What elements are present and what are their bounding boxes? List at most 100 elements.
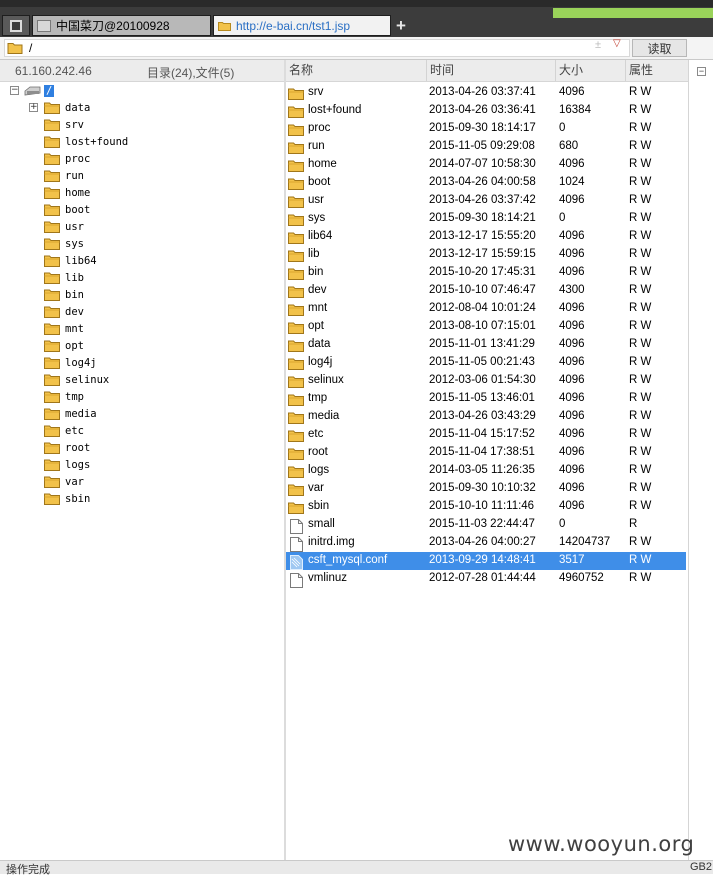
tree-item-log4j[interactable]: log4j (44, 354, 97, 371)
file-name: tmp (308, 392, 328, 404)
tree-item-lib64[interactable]: lib64 (44, 252, 97, 269)
file-name: media (308, 410, 340, 422)
file-row[interactable]: run 2015-11-05 09:29:08 680 R W (286, 138, 686, 156)
file-row[interactable]: usr 2013-04-26 03:37:42 4096 R W (286, 192, 686, 210)
file-row[interactable]: boot 2013-04-26 04:00:58 1024 R W (286, 174, 686, 192)
tree-root-label: / (44, 84, 55, 97)
file-attr: R W (629, 410, 652, 422)
folder-icon (288, 447, 304, 463)
file-attr: R W (629, 248, 652, 260)
chevron-down-icon[interactable]: ▽ (613, 38, 621, 49)
file-attr: R W (629, 500, 652, 512)
tree-item-media[interactable]: media (44, 405, 97, 422)
path-history-icon[interactable]: ± (595, 39, 601, 51)
right-panel-collapse[interactable]: − (697, 67, 706, 76)
file-time: 2013-08-10 07:15:01 (429, 320, 536, 332)
file-row[interactable]: dev 2015-10-10 07:46:47 4300 R W (286, 282, 686, 300)
tree-root[interactable]: / (24, 82, 55, 99)
file-row[interactable]: lost+found 2013-04-26 03:36:41 16384 R W (286, 102, 686, 120)
tree-item-bin[interactable]: bin (44, 286, 84, 303)
path-input[interactable]: / (4, 39, 630, 57)
file-row[interactable]: var 2015-09-30 10:10:32 4096 R W (286, 480, 686, 498)
file-row[interactable]: logs 2014-03-05 11:26:35 4096 R W (286, 462, 686, 480)
file-time: 2015-09-30 18:14:21 (429, 212, 536, 224)
file-row[interactable]: selinux 2012-03-06 01:54:30 4096 R W (286, 372, 686, 390)
tree-item-var[interactable]: var (44, 473, 84, 490)
file-size: 4096 (559, 266, 585, 278)
file-time: 2012-03-06 01:54:30 (429, 374, 536, 386)
tree-item-lib[interactable]: lib (44, 269, 84, 286)
file-row[interactable]: root 2015-11-04 17:38:51 4096 R W (286, 444, 686, 462)
file-row[interactable]: vmlinuz 2012-07-28 01:44:44 4960752 R W (286, 570, 686, 588)
path-value: / (29, 41, 33, 55)
tree-item-lost-found[interactable]: lost+found (44, 133, 128, 150)
tree-item-label: data (65, 101, 91, 114)
tree-item-tmp[interactable]: tmp (44, 388, 84, 405)
tree-item-home[interactable]: home (44, 184, 90, 201)
file-row[interactable]: media 2013-04-26 03:43:29 4096 R W (286, 408, 686, 426)
file-attr: R W (629, 194, 652, 206)
tree-item-sys[interactable]: sys (44, 235, 84, 252)
file-attr: R W (629, 230, 652, 242)
file-row[interactable]: srv 2013-04-26 03:37:41 4096 R W (286, 84, 686, 102)
tree-item-etc[interactable]: etc (44, 422, 84, 439)
column-time[interactable]: 时间 (427, 60, 556, 81)
tree-item-selinux[interactable]: selinux (44, 371, 109, 388)
file-row[interactable]: data 2015-11-01 13:41:29 4096 R W (286, 336, 686, 354)
file-name: bin (308, 266, 324, 278)
file-row[interactable]: sys 2015-09-30 18:14:21 0 R W (286, 210, 686, 228)
folder-icon (44, 441, 60, 454)
column-attr[interactable]: 属性 (626, 60, 688, 81)
file-row[interactable]: opt 2013-08-10 07:15:01 4096 R W (286, 318, 686, 336)
column-size[interactable]: 大小 (556, 60, 626, 81)
tree-item-label: lib64 (65, 254, 97, 267)
file-row[interactable]: lib64 2013-12-17 15:55:20 4096 R W (286, 228, 686, 246)
server-ip: 61.160.242.46 (15, 64, 92, 78)
tree-item-label: lib (65, 271, 84, 284)
tree-item-run[interactable]: run (44, 167, 84, 184)
tree-item-proc[interactable]: proc (44, 150, 90, 167)
tree-expand-data[interactable]: + (29, 103, 38, 112)
tree-item-root[interactable]: root (44, 439, 90, 456)
encoding-label[interactable]: GB2 (690, 861, 712, 873)
file-row[interactable]: home 2014-07-07 10:58:30 4096 R W (286, 156, 686, 174)
tab-url[interactable]: http://e-bai.cn/tst1.jsp (213, 15, 391, 36)
app-menu-button[interactable] (2, 15, 30, 36)
file-row[interactable]: bin 2015-10-20 17:45:31 4096 R W (286, 264, 686, 282)
file-row[interactable]: log4j 2015-11-05 00:21:43 4096 R W (286, 354, 686, 372)
add-tab-button[interactable]: + (393, 15, 409, 36)
tree-item-mnt[interactable]: mnt (44, 320, 84, 337)
file-row[interactable]: etc 2015-11-04 15:17:52 4096 R W (286, 426, 686, 444)
file-time: 2015-10-10 07:46:47 (429, 284, 536, 296)
file-time: 2015-10-20 17:45:31 (429, 266, 536, 278)
folder-icon (288, 393, 304, 409)
file-size: 0 (559, 212, 566, 224)
tree-collapse-root[interactable]: − (10, 86, 19, 95)
file-row[interactable]: mnt 2012-08-04 10:01:24 4096 R W (286, 300, 686, 318)
tree-item-srv[interactable]: srv (44, 116, 84, 133)
file-row[interactable]: initrd.img 2013-04-26 04:00:27 14204737 R W (286, 534, 686, 552)
tree-item-dev[interactable]: dev (44, 303, 84, 320)
tree-item-boot[interactable]: boot (44, 201, 90, 218)
tree-item-usr[interactable]: usr (44, 218, 84, 235)
tree-item-opt[interactable]: opt (44, 337, 84, 354)
tree-item-label: sys (65, 237, 84, 250)
file-row[interactable]: proc 2015-09-30 18:14:17 0 R W (286, 120, 686, 138)
column-name[interactable]: 名称 (286, 60, 427, 81)
tree-item-label: usr (65, 220, 84, 233)
tree-item-logs[interactable]: logs (44, 456, 90, 473)
tree-item-sbin[interactable]: sbin (44, 490, 90, 507)
tree-item-data[interactable]: data (44, 99, 90, 116)
file-row[interactable]: small 2015-11-03 22:44:47 0 R (286, 516, 686, 534)
file-time: 2013-04-26 04:00:27 (429, 536, 536, 548)
file-row[interactable]: tmp 2015-11-05 13:46:01 4096 R W (286, 390, 686, 408)
file-size: 4096 (559, 428, 585, 440)
file-row[interactable]: csft_mysql.conf 2013-09-29 14:48:41 3517 R … (286, 552, 686, 570)
read-button[interactable]: 读取 (632, 39, 687, 57)
tree-item-label: sbin (65, 492, 91, 505)
tab-caidao[interactable]: 中国菜刀@20100928 (32, 15, 211, 36)
file-attr: R W (629, 464, 652, 476)
file-time: 2012-07-28 01:44:44 (429, 572, 536, 584)
file-row[interactable]: lib 2013-12-17 15:59:15 4096 R W (286, 246, 686, 264)
file-row[interactable]: sbin 2015-10-10 11:11:46 4096 R W (286, 498, 686, 516)
